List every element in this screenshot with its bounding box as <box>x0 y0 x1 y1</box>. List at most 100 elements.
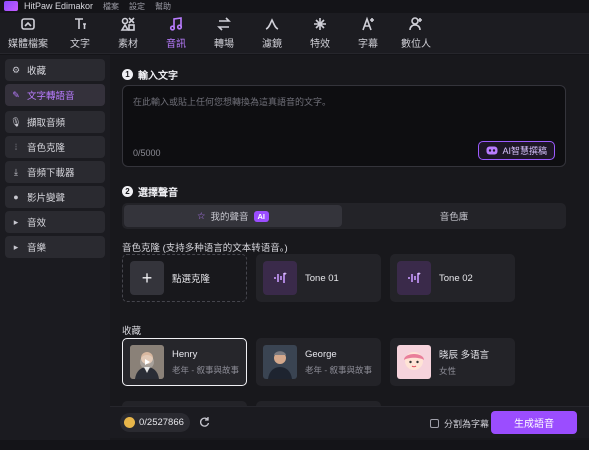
waveform-icon <box>397 261 431 295</box>
sidebar-item-voice-changer[interactable]: ● 影片變聲 <box>5 186 105 208</box>
tool-label: 音訊 <box>166 39 186 50</box>
assets-icon <box>120 16 136 32</box>
sidebar-item-music[interactable]: ▸ 音樂 <box>5 236 105 258</box>
add-clone-card[interactable]: + 點選克隆 <box>122 254 247 302</box>
plus-icon: + <box>130 261 164 295</box>
ai-write-icon <box>486 146 498 155</box>
voice-description: 女性 <box>439 366 457 376</box>
coin-icon <box>124 417 135 428</box>
sidebar-item-audio-downloader[interactable]: ⤓ 音頻下載器 <box>5 161 105 183</box>
split-subtitle-label: 分割為字幕 <box>444 419 490 429</box>
card-label: Tone 02 <box>439 272 473 284</box>
main-panel: 1 輸入文字 在此輸入或貼上任何您想轉換為這真語音的文字。 0/5000 AI智… <box>110 55 589 450</box>
favorites-section-title: 收藏 <box>122 326 142 337</box>
status-strip <box>0 440 589 450</box>
sidebar-item-label: 音效 <box>27 218 47 229</box>
waveform-icon <box>263 261 297 295</box>
menu-help[interactable]: 幫助 <box>155 1 171 12</box>
step-number: 2 <box>122 186 133 197</box>
step-number: 1 <box>122 69 133 80</box>
text-icon <box>72 16 88 32</box>
media-icon <box>20 16 36 32</box>
menu-file[interactable]: 檔案 <box>103 1 119 12</box>
sidebar-item-voice-clone[interactable]: ⦙ 音色克隆 <box>5 136 105 158</box>
voice-name: George <box>305 348 337 360</box>
download-icon: ⤓ <box>14 166 18 177</box>
text-input-placeholder: 在此輸入或貼上任何您想轉換為這真語音的文字。 <box>133 97 332 107</box>
clone-section-title: 音色克隆 (支持多种语言的文本转语音。) <box>122 243 288 254</box>
sidebar-item-sound-effects[interactable]: ▸ 音效 <box>5 211 105 233</box>
char-count: 0/5000 <box>133 148 161 158</box>
tool-subtitle[interactable]: 字幕 <box>344 13 392 53</box>
voice-section-title: 選擇聲音 <box>138 188 178 199</box>
star-icon: ☆ <box>196 210 206 222</box>
input-section-header: 1 輸入文字 <box>122 67 178 82</box>
title-bar: HitPaw Edimakor 檔案 設定 幫助 <box>0 0 589 12</box>
gear-icon: ⚙ <box>11 64 21 75</box>
sidebar-item-label: 音樂 <box>27 243 47 254</box>
tab-my-voice[interactable]: ☆ 我的聲音 AI <box>124 205 342 227</box>
sidebar-item-favorites[interactable]: ⚙ 收藏 <box>5 59 105 81</box>
sidebar-item-extract-audio[interactable]: 🎙 擷取音頻 <box>5 111 105 133</box>
refresh-icon[interactable] <box>198 416 210 428</box>
tool-transition[interactable]: 轉場 <box>200 13 248 53</box>
ai-badge: AI <box>253 210 270 222</box>
card-label: Tone 01 <box>305 272 339 284</box>
avatar <box>130 345 164 379</box>
tool-label: 媒體檔案 <box>8 39 48 50</box>
ai-write-button[interactable]: AI智慧撰稿 <box>478 141 555 160</box>
sidebar-item-label: 音色克隆 <box>27 143 66 154</box>
sidebar-item-label: 收藏 <box>27 66 47 77</box>
chevron-right-icon: ▸ <box>13 216 19 227</box>
app-logo-icon <box>4 1 18 11</box>
tts-icon: ✎ <box>12 89 20 100</box>
sidebar-item-tts[interactable]: ✎ 文字轉語音 <box>5 84 105 106</box>
tool-label: 字幕 <box>358 39 378 50</box>
menu-settings[interactable]: 設定 <box>129 1 145 12</box>
voice-description: 老年 - 叙事與故事 <box>172 364 240 375</box>
sidebar-item-label: 擷取音頻 <box>27 118 66 129</box>
avatar-person-icon <box>408 16 424 32</box>
waveform-icon: ⦙ <box>14 141 18 152</box>
sidebar-item-label: 音頻下載器 <box>27 168 75 179</box>
tone-card[interactable]: Tone 02 <box>390 254 515 302</box>
ai-write-label: AI智慧撰稿 <box>502 146 547 156</box>
tool-label: 文字 <box>70 39 90 50</box>
voice-card-xiaochen[interactable]: 晓辰 多语言 女性 <box>390 338 515 386</box>
avatar <box>263 345 297 379</box>
bottom-bar: 0/2527866 分割為字幕 生成語音 <box>110 406 589 438</box>
input-section-title: 輸入文字 <box>138 71 178 82</box>
generate-voice-button[interactable]: 生成語音 <box>491 411 577 434</box>
tool-digital-human[interactable]: 數位人 <box>392 13 440 53</box>
text-input-area[interactable]: 在此輸入或貼上任何您想轉換為這真語音的文字。 0/5000 AI智慧撰稿 <box>122 85 566 167</box>
voice-name: 晓辰 多语言 <box>439 350 490 361</box>
tool-assets[interactable]: 素材 <box>104 13 152 53</box>
voice-changer-icon: ● <box>13 192 19 202</box>
tool-label: 特效 <box>310 39 330 50</box>
credits-counter[interactable]: 0/2527866 <box>120 413 190 432</box>
tool-media[interactable]: 媒體檔案 <box>0 13 56 53</box>
effects-icon <box>312 16 328 32</box>
voice-section-header: 2 選擇聲音 <box>122 184 178 199</box>
tab-voice-library[interactable]: 音色庫 <box>344 205 564 227</box>
tab-label: 我的聲音 <box>210 212 249 223</box>
voice-description: 老年 - 叙事與故事 <box>305 364 373 375</box>
tool-label: 數位人 <box>401 39 431 50</box>
filter-icon <box>264 16 280 32</box>
sidebar-item-label: 影片變聲 <box>27 193 66 204</box>
voice-card-henry[interactable]: Henry 老年 - 叙事與故事 <box>122 338 247 386</box>
tool-text[interactable]: 文字 <box>56 13 104 53</box>
transition-icon <box>216 16 232 32</box>
mic-icon: 🎙 <box>10 116 22 127</box>
tool-effects[interactable]: 特效 <box>296 13 344 53</box>
tone-card[interactable]: Tone 01 <box>256 254 381 302</box>
tool-filter[interactable]: 濾鏡 <box>248 13 296 53</box>
split-subtitle-checkbox[interactable] <box>430 419 439 428</box>
voice-card-george[interactable]: George 老年 - 叙事與故事 <box>256 338 381 386</box>
tab-label: 音色庫 <box>439 212 469 223</box>
app-title: HitPaw Edimakor <box>24 1 94 11</box>
split-subtitle-option[interactable]: 分割為字幕 <box>430 417 489 430</box>
chevron-right-icon: ▸ <box>13 241 19 252</box>
sidebar-item-label: 文字轉語音 <box>27 91 75 102</box>
tool-audio[interactable]: 音訊 <box>152 13 200 53</box>
